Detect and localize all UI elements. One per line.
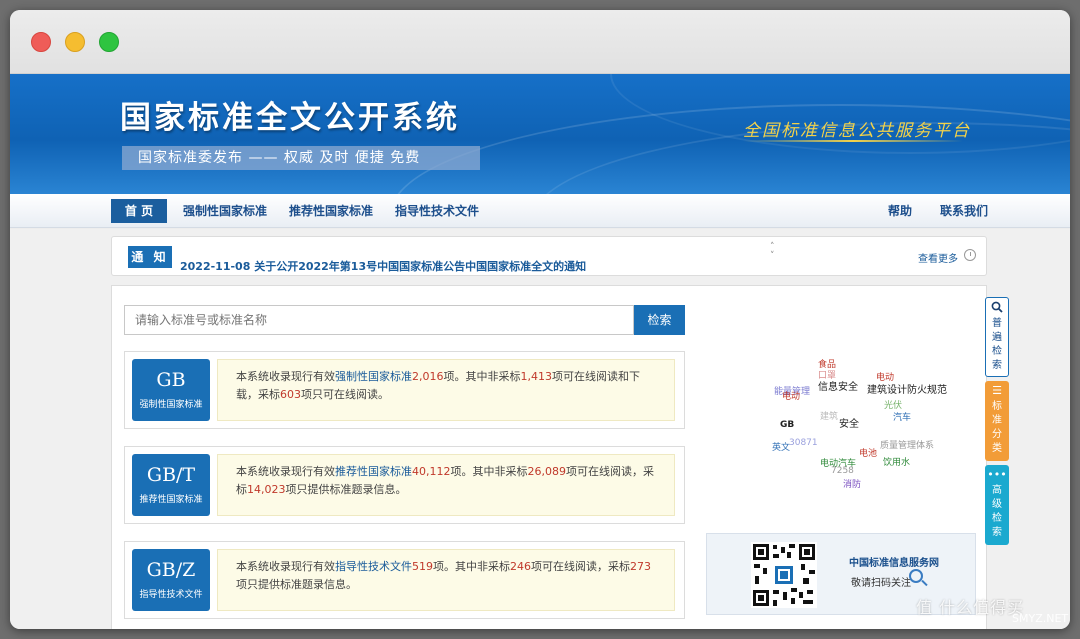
standard-tile-gbt[interactable]: GB/T 推荐性国家标准 (132, 454, 210, 516)
standard-category: 指导性技术文件 (139, 590, 203, 600)
side-tab-label: 标准分类 (992, 401, 1002, 454)
standard-description: 本系统收录现行有效指导性技术文件519项。其中非采标246项可在线阅读，采标27… (217, 549, 675, 611)
keyword-tag[interactable]: 信息安全 (818, 378, 858, 393)
standard-block-gb: GB 强制性国家标准 本系统收录现行有效强制性国家标准2,016项。其中非采标1… (124, 351, 685, 429)
keyword-tag[interactable]: 英文 (772, 440, 790, 453)
more-dots-icon: ••• (987, 468, 1007, 481)
site-title: 国家标准全文公开系统 (120, 100, 460, 136)
side-tab-label: 高级检索 (992, 485, 1002, 538)
standard-block-gbz: GB/Z 指导性技术文件 本系统收录现行有效指导性技术文件519项。其中非采标2… (124, 541, 685, 619)
page-content: 通 知 2022-11-08 关于公开2022年第13号中国国家标准公告中国国家… (10, 229, 1070, 629)
standard-description: 本系统收录现行有效推荐性国家标准40,112项。其中非采标26,089项可在线阅… (217, 454, 675, 516)
keyword-tag[interactable]: 7258 (831, 466, 854, 476)
keyword-tag-cloud: 食品 口罩 信息安全 电动 能量管理 电动 建筑设计防火规范 光伏 汽车 建筑 … (762, 341, 972, 501)
maximize-window-button[interactable] (99, 32, 119, 52)
notice-badge: 通 知 (128, 246, 172, 268)
keyword-tag[interactable]: 建筑设计防火规范 (867, 381, 947, 396)
notice-bar: 通 知 2022-11-08 关于公开2022年第13号中国国家标准公告中国国家… (111, 236, 987, 276)
platform-underline (743, 140, 963, 142)
qr-subtitle: 敬请扫码关注 (851, 578, 911, 589)
platform-logo-text: 全国标准信息公共服务平台 (743, 121, 971, 141)
notice-more-link[interactable]: 查看更多 (918, 250, 958, 265)
keyword-tag[interactable]: 汽车 (893, 410, 911, 423)
standard-code: GB/T (146, 464, 196, 486)
standard-description: 本系统收录现行有效强制性国家标准2,016项。其中非采标1,413项可在线阅读和… (217, 359, 675, 421)
standard-count: 2,016 (412, 370, 444, 383)
keyword-tag[interactable]: 30871 (789, 438, 818, 448)
side-tab-advanced-search[interactable]: ••• 高级检索 (985, 465, 1009, 545)
standard-count: 40,112 (412, 465, 451, 478)
magnifier-icon (909, 569, 923, 583)
watermark-text: 值 什么值得买 (916, 598, 1025, 617)
main-nav: 首 页 强制性国家标准 推荐性国家标准 指导性技术文件 帮助 联系我们 (10, 194, 1070, 228)
site-slogan: 国家标准委发布 —— 权威 及时 便捷 免费 (122, 146, 480, 170)
keyword-tag[interactable]: 电动 (782, 389, 800, 402)
standard-category: 推荐性国家标准 (139, 495, 203, 505)
search-input[interactable] (124, 305, 634, 335)
nav-guidance-documents[interactable]: 指导性技术文件 (395, 199, 479, 223)
standard-link[interactable]: 推荐性国家标准 (335, 465, 412, 478)
standard-tile-gb[interactable]: GB 强制性国家标准 (132, 359, 210, 421)
qr-title: 中国标准信息服务网 (849, 558, 939, 569)
standard-code: GB/Z (146, 559, 196, 581)
search-panel: 检索 GB 强制性国家标准 本系统收录现行有效强制性国家标准2,016项。其中非… (111, 285, 987, 629)
keyword-tag[interactable]: 质量管理体系 (880, 438, 934, 451)
standard-count: 519 (412, 560, 433, 573)
standard-link[interactable]: 强制性国家标准 (335, 370, 412, 383)
keyword-tag[interactable]: GB (780, 420, 794, 430)
standard-tile-gbz[interactable]: GB/Z 指导性技术文件 (132, 549, 210, 611)
side-tab-label: 普遍检索 (992, 318, 1002, 371)
window-titlebar (10, 10, 1070, 74)
browser-window: 国家标准全文公开系统 国家标准委发布 —— 权威 及时 便捷 免费 全国标准信息… (10, 10, 1070, 629)
side-tab-general-search[interactable]: 普遍检索 (985, 297, 1009, 377)
nav-contact[interactable]: 联系我们 (940, 199, 988, 223)
search-icon (986, 301, 1008, 317)
watermark-domain: SMYZ.NET (1012, 612, 1069, 625)
standard-category: 强制性国家标准 (139, 400, 203, 410)
minimize-window-button[interactable] (65, 32, 85, 52)
keyword-tag[interactable]: 饮用水 (883, 455, 910, 468)
nav-help[interactable]: 帮助 (888, 199, 912, 223)
keyword-tag[interactable]: 消防 (843, 477, 861, 490)
standard-block-gbt: GB/T 推荐性国家标准 本系统收录现行有效推荐性国家标准40,112项。其中非… (124, 446, 685, 524)
keyword-tag[interactable]: 安全 (839, 415, 859, 430)
site-banner: 国家标准全文公开系统 国家标准委发布 —— 权威 及时 便捷 免费 全国标准信息… (10, 74, 1070, 194)
nav-home[interactable]: 首 页 (111, 199, 167, 223)
standard-code: GB (156, 369, 186, 391)
search-button[interactable]: 检索 (634, 305, 685, 335)
nav-recommended-standards[interactable]: 推荐性国家标准 (289, 199, 373, 223)
clock-icon (964, 249, 976, 261)
close-window-button[interactable] (31, 32, 51, 52)
standard-link[interactable]: 指导性技术文件 (335, 560, 412, 573)
keyword-tag[interactable]: 电池 (859, 446, 877, 459)
list-icon: ☰ (992, 384, 1002, 397)
nav-mandatory-standards[interactable]: 强制性国家标准 (183, 199, 267, 223)
qr-code-icon (751, 542, 817, 608)
keyword-tag[interactable]: 建筑 (820, 409, 838, 422)
notice-link[interactable]: 2022-11-08 关于公开2022年第13号中国国家标准公告中国国家标准全文… (180, 258, 586, 274)
notice-scroll-arrows-icon[interactable]: ˄ ˅ (770, 243, 775, 261)
side-tab-classification[interactable]: ☰ 标准分类 (985, 381, 1009, 461)
